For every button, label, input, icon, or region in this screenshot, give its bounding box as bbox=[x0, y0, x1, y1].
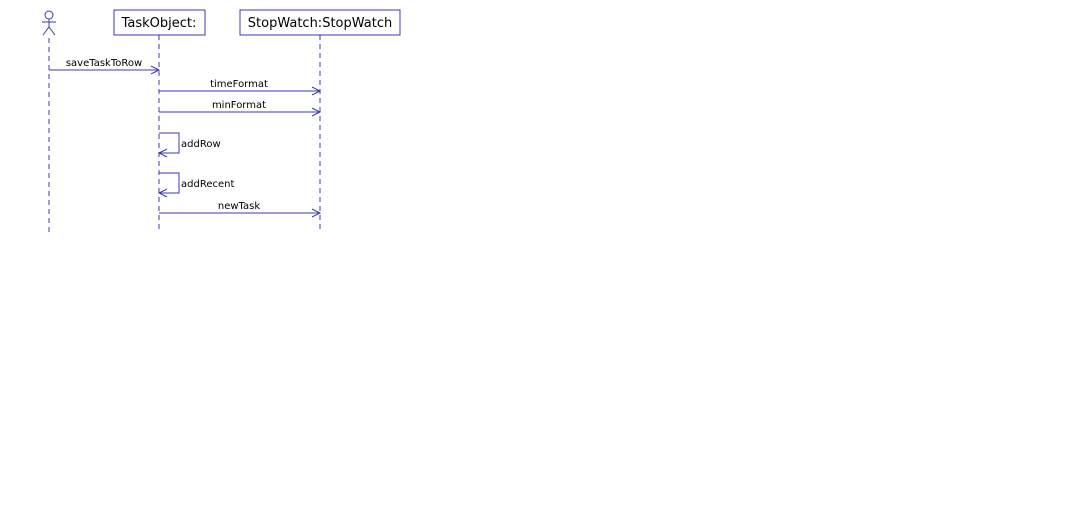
actor-right-leg bbox=[48, 26, 56, 36]
message-self-loop bbox=[159, 132, 180, 154]
lifeline-stopwatch: StopWatch:StopWatch bbox=[239, 9, 401, 36]
message-label: minFormat bbox=[212, 100, 266, 111]
message-time-format: timeFormat bbox=[159, 79, 322, 96]
message-add-recent: addRecent bbox=[157, 172, 234, 198]
message-add-row: addRow bbox=[157, 132, 221, 158]
actor-left-leg bbox=[42, 26, 50, 36]
message-self-loop bbox=[159, 172, 180, 194]
lifeline-task-object-label: TaskObject: bbox=[121, 16, 197, 31]
message-label: timeFormat bbox=[210, 79, 268, 90]
message-min-format: minFormat bbox=[159, 100, 322, 117]
message-label: addRow bbox=[181, 139, 221, 150]
message-new-task: newTask bbox=[159, 201, 322, 218]
sequence-diagram: TaskObject: StopWatch:StopWatch saveTask… bbox=[42, 9, 401, 234]
lifeline-task-object: TaskObject: bbox=[113, 9, 206, 36]
message-save-task-to-row: saveTaskToRow bbox=[49, 58, 161, 75]
message-label: saveTaskToRow bbox=[66, 58, 142, 69]
message-label: addRecent bbox=[181, 179, 234, 190]
lifeline-stopwatch-label: StopWatch:StopWatch bbox=[248, 16, 392, 31]
message-label: newTask bbox=[218, 201, 260, 212]
actor-figure bbox=[42, 10, 56, 36]
actor-head bbox=[44, 10, 54, 20]
